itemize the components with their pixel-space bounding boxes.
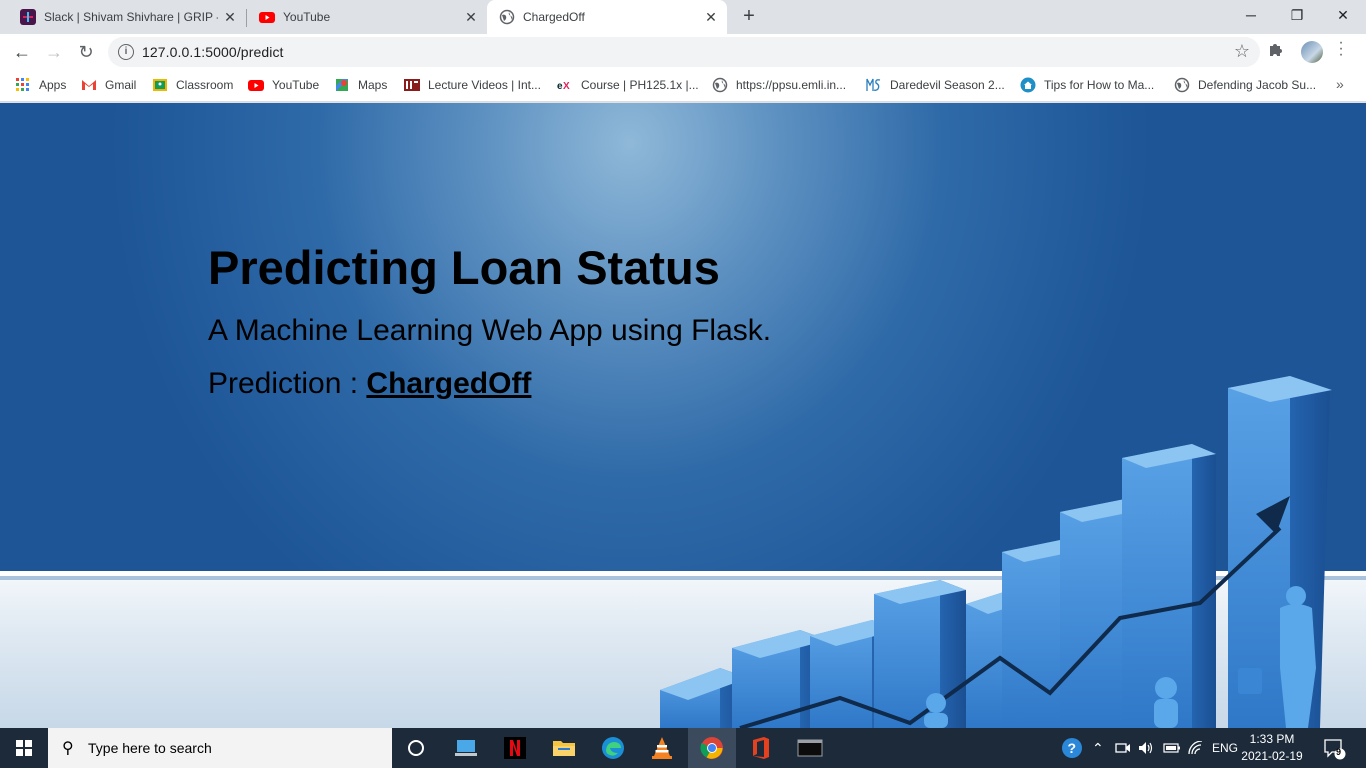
- tab-youtube[interactable]: YouTube ✕: [239, 0, 487, 34]
- globe-icon: [712, 77, 728, 93]
- windows-logo-icon: [16, 740, 32, 756]
- background-bar-chart-illustration: [660, 376, 1332, 728]
- tab-slack[interactable]: Slack | Shivam Shivhare | GRIP - F ✕: [0, 0, 246, 34]
- chrome-icon[interactable]: [688, 728, 736, 768]
- browser-toolbar: ← → ↻ i 127.0.0.1:5000/predict ☆ · · ·: [0, 34, 1366, 70]
- bookmark-label: Classroom: [176, 78, 234, 92]
- bookmark-gmail[interactable]: Gmail: [81, 77, 136, 93]
- volume-icon[interactable]: [1138, 728, 1154, 768]
- file-explorer-pc-icon[interactable]: [442, 728, 490, 768]
- apps-grid-icon: [16, 78, 29, 91]
- clock-time: 1:33 PM: [1249, 732, 1295, 746]
- bookmarks-overflow-chevron-icon[interactable]: »: [1336, 76, 1344, 92]
- youtube-icon: [248, 80, 264, 91]
- bookmark-label: Daredevil Season 2...: [890, 78, 1005, 92]
- bookmark-maps[interactable]: Maps: [334, 77, 387, 93]
- bookmark-label: Tips for How to Ma...: [1044, 78, 1155, 92]
- bookmark-defending-jacob[interactable]: Defending Jacob Su...: [1174, 77, 1316, 93]
- forward-arrow-icon[interactable]: →: [40, 38, 68, 66]
- home-circle-icon: [1020, 77, 1036, 93]
- menu-kebab-icon[interactable]: · · ·: [1334, 35, 1348, 63]
- windows-start-button[interactable]: [0, 728, 48, 768]
- bookmark-label: Maps: [358, 78, 388, 92]
- input-language[interactable]: ENG: [1212, 728, 1238, 768]
- netflix-icon[interactable]: [491, 728, 539, 768]
- bookmark-label: Defending Jacob Su...: [1198, 78, 1317, 92]
- notifications-icon[interactable]: 9: [1322, 728, 1346, 768]
- bookmark-label: Apps: [39, 78, 67, 92]
- office-icon[interactable]: [737, 728, 785, 768]
- reload-icon[interactable]: ↻: [72, 38, 100, 66]
- vlc-icon[interactable]: [638, 728, 686, 768]
- tab-title: ChargedOff: [523, 10, 585, 24]
- windows-taskbar: ⚲ Type here to search ? ⌃ ENG 1:33 PM 20…: [0, 728, 1366, 768]
- bookmark-ppsu[interactable]: https://ppsu.emli.in...: [712, 77, 846, 93]
- search-icon: ⚲: [62, 740, 74, 757]
- bookmark-course-edx[interactable]: e X Course | PH125.1x |...: [557, 77, 699, 93]
- bookmark-classroom[interactable]: Classroom: [152, 77, 233, 93]
- page-subtitle: A Machine Learning Web App using Flask.: [208, 314, 772, 347]
- prediction-line: Prediction : ChargedOff: [208, 367, 531, 401]
- profile-avatar[interactable]: [1301, 41, 1323, 63]
- taskbar-search-box[interactable]: ⚲ Type here to search: [48, 728, 392, 768]
- classroom-icon: [153, 79, 167, 91]
- notification-count-badge: 9: [1336, 747, 1342, 757]
- bookmark-lecture-videos[interactable]: Lecture Videos | Int...: [404, 77, 541, 93]
- wifi-icon[interactable]: [1188, 728, 1204, 768]
- bookmark-label: https://ppsu.emli.in...: [736, 78, 847, 92]
- close-window-button[interactable]: ✕: [1320, 0, 1366, 32]
- bookmark-tips[interactable]: Tips for How to Ma...: [1020, 77, 1154, 93]
- address-bar[interactable]: i 127.0.0.1:5000/predict ☆: [108, 37, 1260, 67]
- task-view-icon[interactable]: [392, 728, 440, 768]
- tab-chargedoff[interactable]: ChargedOff ✕: [487, 0, 727, 34]
- bookmark-label: Course | PH125.1x |...: [581, 78, 699, 92]
- bookmark-apps[interactable]: Apps: [15, 77, 66, 93]
- battery-icon[interactable]: [1163, 728, 1181, 768]
- close-tab-icon[interactable]: ✕: [459, 9, 483, 26]
- mit-ocw-icon: [404, 79, 420, 91]
- info-icon[interactable]: i: [118, 44, 134, 60]
- maps-icon: [336, 79, 348, 91]
- close-tab-icon[interactable]: ✕: [699, 9, 723, 26]
- bookmark-label: Gmail: [105, 78, 137, 92]
- ms-icon: [866, 78, 881, 91]
- clock-date: 2021-02-19: [1241, 749, 1303, 763]
- page-title: Predicting Loan Status: [208, 241, 720, 294]
- tab-title: Slack | Shivam Shivhare | GRIP - F: [44, 10, 218, 24]
- globe-icon: [499, 9, 515, 25]
- search-placeholder[interactable]: Type here to search: [88, 740, 212, 756]
- terminal-icon[interactable]: [786, 728, 834, 768]
- tab-strip: Slack | Shivam Shivhare | GRIP - F ✕ You…: [0, 0, 1366, 34]
- minimize-button[interactable]: ─: [1228, 0, 1274, 32]
- meet-now-icon[interactable]: [1115, 728, 1131, 768]
- extensions-puzzle-icon[interactable]: [1268, 41, 1284, 62]
- bookmark-youtube[interactable]: YouTube: [248, 77, 319, 93]
- taskbar-clock[interactable]: 1:33 PM 2021-02-19: [1240, 731, 1304, 765]
- bookmarks-bar: Apps Gmail Classroom YouTube Maps Lectur…: [0, 70, 1366, 102]
- slack-icon: [20, 9, 36, 25]
- gmail-icon: [82, 80, 96, 90]
- bookmark-daredevil[interactable]: Daredevil Season 2...: [866, 77, 1005, 93]
- tab-title: YouTube: [283, 10, 331, 24]
- folder-icon[interactable]: [540, 728, 588, 768]
- help-icon[interactable]: ?: [1060, 728, 1084, 768]
- svg-text:X: X: [563, 81, 570, 92]
- bookmark-star-icon[interactable]: ☆: [1234, 41, 1250, 62]
- edge-icon[interactable]: [589, 728, 637, 768]
- youtube-icon: [259, 12, 275, 23]
- new-tab-button[interactable]: +: [737, 5, 761, 29]
- restore-button[interactable]: ❐: [1274, 0, 1320, 32]
- bookmark-label: Lecture Videos | Int...: [428, 78, 541, 92]
- svg-text:?: ?: [1068, 740, 1077, 756]
- bookmark-label: YouTube: [272, 78, 320, 92]
- globe-icon: [1174, 77, 1190, 93]
- url-text[interactable]: 127.0.0.1:5000/predict: [142, 44, 284, 60]
- back-arrow-icon[interactable]: ←: [8, 38, 36, 66]
- tray-chevron-up-icon[interactable]: ⌃: [1092, 728, 1104, 768]
- page-viewport: Predicting Loan Status A Machine Learnin…: [0, 103, 1366, 728]
- edx-icon: e X: [557, 81, 570, 92]
- prediction-result: ChargedOff: [366, 367, 532, 400]
- prediction-label: Prediction :: [208, 367, 367, 400]
